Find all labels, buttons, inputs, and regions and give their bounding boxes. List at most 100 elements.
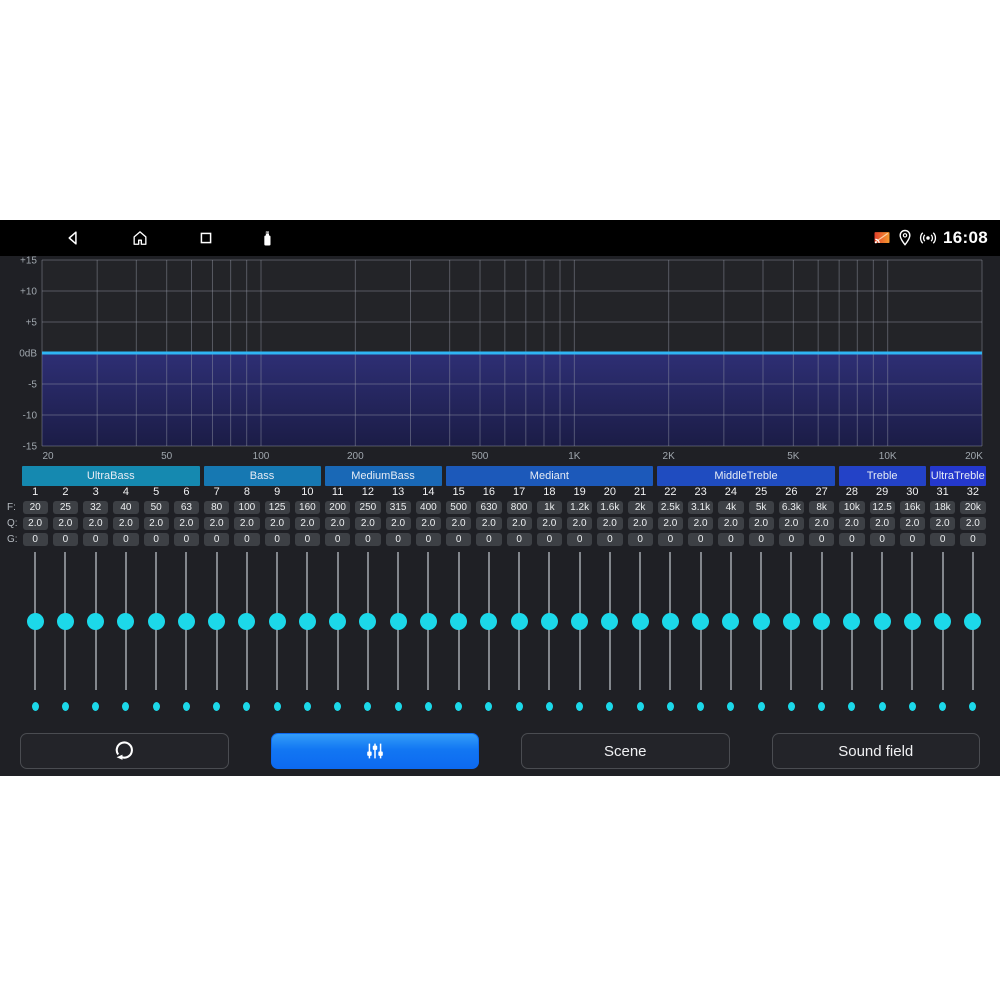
slider-knob[interactable]: [57, 613, 74, 630]
slider-knob[interactable]: [117, 613, 134, 630]
band-slider[interactable]: [625, 550, 655, 710]
band-slider[interactable]: [958, 550, 988, 710]
band-group-bass[interactable]: Bass: [204, 466, 321, 486]
slider-knob[interactable]: [571, 613, 588, 630]
hotspot-icon: [918, 228, 938, 248]
band-slider[interactable]: [202, 550, 232, 710]
slider-knob[interactable]: [601, 613, 618, 630]
slider-knob[interactable]: [632, 613, 649, 630]
slider-knob[interactable]: [511, 613, 528, 630]
slider-knob[interactable]: [238, 613, 255, 630]
slider-knob[interactable]: [148, 613, 165, 630]
band-slider[interactable]: [323, 550, 353, 710]
home-icon[interactable]: [130, 228, 150, 248]
band-slider[interactable]: [928, 550, 958, 710]
band-frequency-chip: 630: [476, 501, 501, 514]
band-indicator-dot: [122, 702, 129, 711]
band-slider[interactable]: [111, 550, 141, 710]
band-gain-chip: 0: [144, 533, 169, 546]
band-slider[interactable]: [686, 550, 716, 710]
clock: 16:08: [943, 228, 988, 248]
band-slider[interactable]: [807, 550, 837, 710]
scene-button-label: Scene: [604, 743, 647, 760]
band-gain-chip: 0: [900, 533, 925, 546]
band-group-mediant[interactable]: Mediant: [446, 466, 654, 486]
slider-knob[interactable]: [541, 613, 558, 630]
band-group-ultrabass[interactable]: UltraBass: [22, 466, 200, 486]
band-slider[interactable]: [413, 550, 443, 710]
slider-knob[interactable]: [450, 613, 467, 630]
band-group-treble[interactable]: Treble: [839, 466, 926, 486]
slider-knob[interactable]: [299, 613, 316, 630]
slider-knob[interactable]: [843, 613, 860, 630]
band-group-bar: UltraBassBassMediumBassMediantMiddleTreb…: [0, 466, 1000, 486]
band-group-ultratreble[interactable]: UltraTreble: [930, 466, 987, 486]
band-slider[interactable]: [262, 550, 292, 710]
band-slider[interactable]: [565, 550, 595, 710]
band-q-chip: 2.0: [416, 517, 441, 530]
slider-knob[interactable]: [722, 613, 739, 630]
band-slider[interactable]: [716, 550, 746, 710]
band-frequency-chip: 1.6k: [597, 501, 622, 514]
slider-knob[interactable]: [874, 613, 891, 630]
q-row-label: Q:: [7, 517, 23, 530]
band-slider[interactable]: [504, 550, 534, 710]
slider-knob[interactable]: [390, 613, 407, 630]
band-number: 13: [383, 486, 413, 499]
sound-field-button[interactable]: Sound field: [772, 733, 981, 769]
band-slider[interactable]: [171, 550, 201, 710]
usb-icon[interactable]: [257, 228, 277, 248]
band-slider[interactable]: [292, 550, 322, 710]
reset-button[interactable]: [20, 733, 229, 769]
band-indicator-dot: [788, 702, 795, 711]
band-slider[interactable]: [474, 550, 504, 710]
slider-knob[interactable]: [87, 613, 104, 630]
slider-knob[interactable]: [178, 613, 195, 630]
band-gain-chip: 0: [174, 533, 199, 546]
band-slider[interactable]: [655, 550, 685, 710]
slider-knob[interactable]: [904, 613, 921, 630]
slider-knob[interactable]: [813, 613, 830, 630]
slider-knob[interactable]: [662, 613, 679, 630]
band-slider[interactable]: [444, 550, 474, 710]
band-indicator-dot: [727, 702, 734, 711]
slider-knob[interactable]: [783, 613, 800, 630]
band-slider[interactable]: [534, 550, 564, 710]
band-slider[interactable]: [50, 550, 80, 710]
slider-knob[interactable]: [934, 613, 951, 630]
band-slider[interactable]: [353, 550, 383, 710]
band-slider[interactable]: [746, 550, 776, 710]
band-slider[interactable]: [20, 550, 50, 710]
band-slider[interactable]: [232, 550, 262, 710]
band-slider[interactable]: [141, 550, 171, 710]
band-frequency-chip: 125: [265, 501, 290, 514]
slider-knob[interactable]: [208, 613, 225, 630]
band-q-chip: 2.0: [900, 517, 925, 530]
slider-knob[interactable]: [269, 613, 286, 630]
band-group-mediumbass[interactable]: MediumBass: [325, 466, 442, 486]
slider-knob[interactable]: [753, 613, 770, 630]
band-group-middletreble[interactable]: MiddleTreble: [657, 466, 835, 486]
slider-knob[interactable]: [329, 613, 346, 630]
slider-knob[interactable]: [964, 613, 981, 630]
slider-knob[interactable]: [359, 613, 376, 630]
slider-knob[interactable]: [480, 613, 497, 630]
x-tick-label: 2K: [663, 451, 676, 462]
recents-icon[interactable]: [196, 228, 216, 248]
band-slider[interactable]: [837, 550, 867, 710]
band-frequency-chip: 200: [325, 501, 350, 514]
scene-button[interactable]: Scene: [521, 733, 730, 769]
equalizer-button[interactable]: [271, 733, 480, 769]
band-slider[interactable]: [81, 550, 111, 710]
back-icon[interactable]: [63, 228, 83, 248]
slider-knob[interactable]: [420, 613, 437, 630]
band-frequency-chip: 25: [53, 501, 78, 514]
band-slider[interactable]: [776, 550, 806, 710]
band-slider[interactable]: [867, 550, 897, 710]
band-slider[interactable]: [383, 550, 413, 710]
slider-knob[interactable]: [692, 613, 709, 630]
band-indicator-dot: [818, 702, 825, 711]
band-slider[interactable]: [897, 550, 927, 710]
slider-knob[interactable]: [27, 613, 44, 630]
band-slider[interactable]: [595, 550, 625, 710]
